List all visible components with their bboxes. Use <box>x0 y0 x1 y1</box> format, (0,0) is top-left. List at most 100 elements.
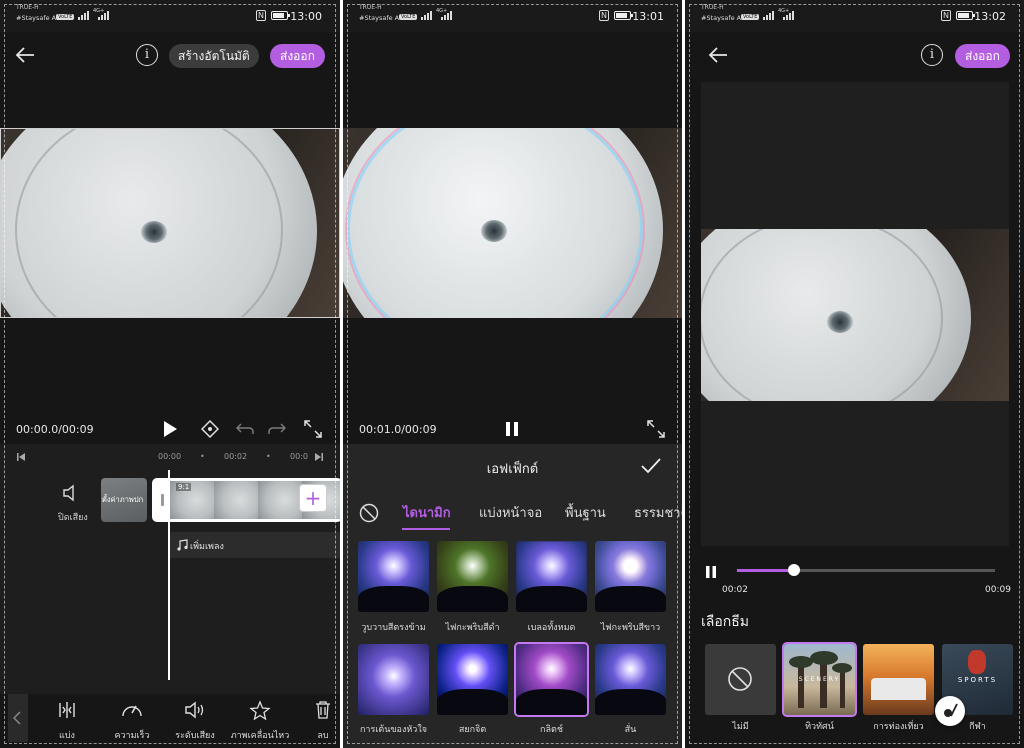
crowd-silhouette <box>358 586 429 612</box>
theme-label: การท่องเที่ยว <box>873 722 924 732</box>
effect-thumbnail[interactable] <box>595 644 666 715</box>
add-music-label: เพิ่มเพลง <box>190 542 224 552</box>
clock: 13:00 <box>290 10 322 23</box>
crowd-silhouette <box>437 689 508 715</box>
tool-speed[interactable]: ความเร็ว <box>110 700 154 742</box>
effect-label: วูบวาบสีตรงข้าม <box>361 623 426 633</box>
tab-split-screen[interactable]: แบ่งหน้าจอ <box>479 502 542 523</box>
chevron-left-icon <box>13 711 21 725</box>
auto-create-button[interactable]: สร้างอัตโนมัติ <box>169 44 259 68</box>
theme-scenery[interactable]: SCENERY <box>782 642 857 717</box>
add-clip-button[interactable]: + <box>299 484 327 512</box>
ruler-tick: 00:02 <box>224 452 248 461</box>
watermark-badge[interactable] <box>935 696 965 726</box>
tool-label: ภาพเคลื่อนไหว <box>230 731 290 741</box>
tool-split[interactable]: แบ่ง <box>52 700 82 742</box>
skip-end-icon[interactable] <box>314 452 324 462</box>
export-button[interactable]: ส่งออก <box>955 44 1010 68</box>
total-time: 00:09 <box>985 585 1011 595</box>
scroll-left-button[interactable] <box>8 694 28 742</box>
playhead[interactable] <box>168 470 170 680</box>
battery-icon <box>956 11 975 20</box>
back-arrow-icon[interactable] <box>14 44 36 66</box>
speed-icon <box>122 705 142 717</box>
clip-frame <box>258 481 302 519</box>
effect-label: เบลอทั้งหมด <box>527 623 576 633</box>
video-preview[interactable] <box>0 128 340 318</box>
info-icon[interactable]: i <box>921 44 943 66</box>
pause-icon[interactable] <box>505 421 519 437</box>
play-icon[interactable] <box>162 420 178 438</box>
effect-label: กลิตช์ <box>540 725 563 735</box>
clip-trim-handle[interactable] <box>161 494 164 506</box>
tab-nature[interactable]: ธรรมชาติ <box>634 502 682 523</box>
nfc-icon: N <box>599 10 609 21</box>
effects-title: เอฟเฟ็กต์ <box>486 462 539 477</box>
effect-label: สยกจิต <box>458 725 487 735</box>
clip-ratio-badge: 9:1 <box>176 483 192 491</box>
water-drop <box>827 311 853 333</box>
status-bar: TRUE-H #Staysafe AIS VoLTE 4G+ N 13:01 <box>343 0 682 32</box>
crowd-silhouette <box>516 586 587 612</box>
checkmark-icon[interactable] <box>641 458 661 474</box>
redo-icon[interactable] <box>268 422 286 436</box>
undo-icon[interactable] <box>236 422 254 436</box>
mute-label: ปิดเสียง <box>58 513 88 523</box>
speaker-icon[interactable] <box>62 484 80 502</box>
video-preview[interactable] <box>343 128 682 318</box>
tool-volume[interactable]: ระดับเสียง <box>172 700 218 742</box>
tab-dynamic[interactable]: ไดนามิก <box>403 502 451 523</box>
fullscreen-icon[interactable] <box>647 420 665 438</box>
pause-icon[interactable] <box>705 565 717 579</box>
trash-icon <box>316 701 330 719</box>
add-music-track[interactable]: เพิ่มเพลง <box>170 532 340 558</box>
theme-label: ทิวทัศน์ <box>805 722 834 732</box>
back-arrow-icon[interactable] <box>707 44 729 66</box>
effect-thumbnail[interactable] <box>437 541 508 612</box>
crowd-silhouette <box>595 586 666 612</box>
effect-thumbnail[interactable] <box>358 644 429 715</box>
clip-frame <box>214 481 258 519</box>
carrier-label: TRUE-H <box>359 4 382 11</box>
tab-basic[interactable]: พื้นฐาน <box>565 502 606 523</box>
keyframe-icon[interactable] <box>201 420 219 438</box>
cover-thumbnail[interactable]: ตั้งค่าภาพปก <box>101 478 147 522</box>
effect-label: ไฟกะพริบสีขาว <box>600 623 661 633</box>
volte-badge: VoLTE <box>399 14 418 20</box>
effect-thumbnail[interactable] <box>437 644 508 715</box>
tool-label: ลบ <box>317 731 329 741</box>
effects-screen: TRUE-H #Staysafe AIS VoLTE 4G+ N 13:01 0… <box>343 0 682 748</box>
effect-thumbnail[interactable] <box>358 541 429 612</box>
no-effect-icon[interactable] <box>359 503 379 523</box>
video-preview[interactable] <box>701 229 1009 401</box>
network-type: 4G+ <box>93 8 105 14</box>
water-drop <box>141 221 167 243</box>
tool-animation[interactable]: ภาพเคลื่อนไหว <box>230 700 290 742</box>
progress-fill <box>737 569 794 572</box>
ruler-tick: 00:00 <box>158 452 182 461</box>
effect-label: สั่น <box>624 725 637 735</box>
theme-travel[interactable] <box>863 644 934 715</box>
volume-icon <box>185 701 204 719</box>
fullscreen-icon[interactable] <box>304 420 322 438</box>
effect-thumbnail[interactable] <box>516 541 587 612</box>
progress-knob[interactable] <box>787 564 800 576</box>
clock: 13:01 <box>632 10 664 23</box>
volte-badge: VoLTE <box>56 14 75 20</box>
theme-title: เลือกธีม <box>701 614 750 630</box>
crowd-silhouette <box>516 689 587 715</box>
theme-none[interactable] <box>705 644 776 715</box>
carrier-label: TRUE-H <box>16 4 39 11</box>
split-icon <box>59 702 75 718</box>
editor-screen: TRUE-H #Staysafe AIS VoLTE 4G+ N 13:00 i… <box>0 0 340 748</box>
theme-overlay-text: SPORTS <box>957 676 998 684</box>
effect-thumbnail[interactable] <box>595 541 666 612</box>
tool-delete[interactable]: ลบ <box>310 700 336 742</box>
skip-start-icon[interactable] <box>16 452 26 462</box>
export-button[interactable]: ส่งออก <box>270 44 325 68</box>
info-icon[interactable]: i <box>136 44 158 66</box>
car-roof-image <box>871 678 926 700</box>
current-time: 00:02 <box>722 585 748 595</box>
effect-thumbnail-selected[interactable] <box>514 642 589 717</box>
theme-label: ไม่มี <box>732 722 749 732</box>
